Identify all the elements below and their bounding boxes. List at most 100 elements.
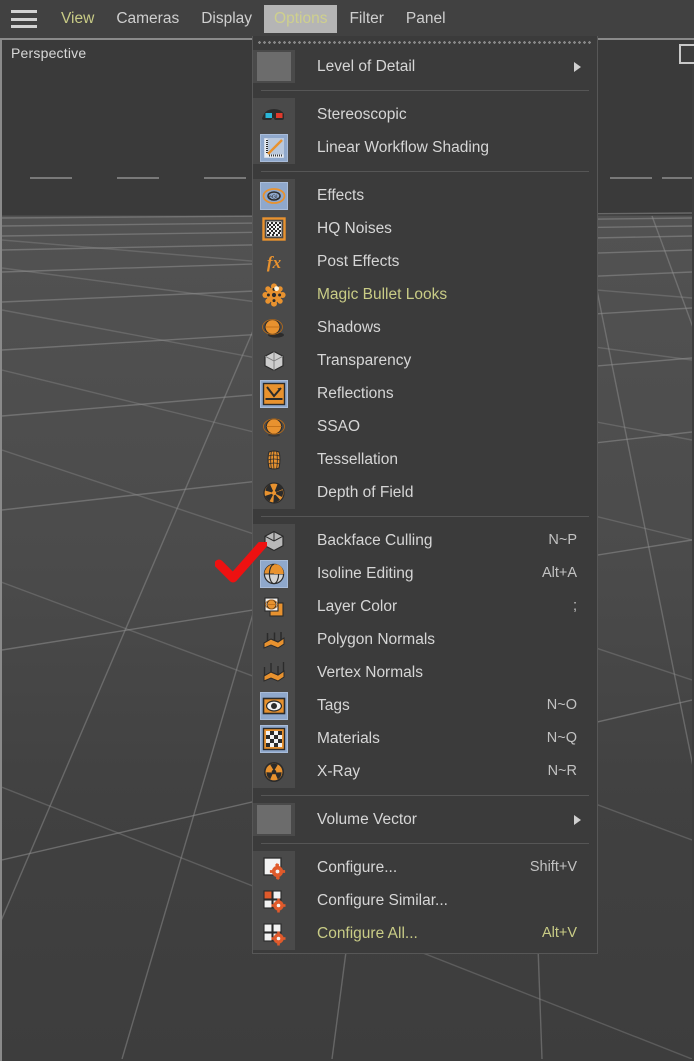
menubar-item-cameras[interactable]: Cameras	[106, 5, 189, 33]
menubar-item-options[interactable]: Options	[264, 5, 338, 33]
menu-item-label: Magic Bullet Looks	[317, 285, 448, 303]
backface-culling-cube-icon[interactable]	[253, 524, 295, 557]
menu-item-reflections[interactable]: Reflections	[253, 377, 597, 410]
menu-item-label: Vertex Normals	[317, 663, 423, 681]
isoline-editing-sphere-icon[interactable]	[253, 557, 295, 590]
menu-item-depth-of-field[interactable]: Depth of Field	[253, 476, 597, 509]
menu-item-vertex-normals[interactable]: Vertex Normals	[253, 656, 597, 689]
menu-item-backface-culling[interactable]: Backface Culling N~P	[253, 524, 597, 557]
configure-all-gear-icon[interactable]	[253, 917, 295, 950]
menu-item-label: Linear Workflow Shading	[317, 138, 490, 156]
transparency-cube-icon[interactable]	[253, 344, 295, 377]
menu-item-configure[interactable]: Configure... Shift+V	[253, 851, 597, 884]
menu-item-shortcut: N~P	[548, 532, 577, 549]
menu-item-shadows[interactable]: Shadows	[253, 311, 597, 344]
configure-gear-icon[interactable]	[253, 851, 295, 884]
menu-item-label: Configure Similar...	[317, 891, 448, 909]
menu-item-magic-bullet-looks[interactable]: Magic Bullet Looks	[253, 278, 597, 311]
menu-item-ssao[interactable]: SSAO	[253, 410, 597, 443]
menu-item-label: Configure All...	[317, 924, 418, 942]
blank-swatch-icon[interactable]	[253, 50, 295, 83]
xray-radiation-icon[interactable]	[253, 755, 295, 788]
menu-separator	[253, 83, 597, 98]
menu-item-polygon-normals[interactable]: Polygon Normals	[253, 623, 597, 656]
viewport-layout-icon[interactable]	[679, 44, 694, 64]
menu-item-transparency[interactable]: Transparency	[253, 344, 597, 377]
reflections-arrow-icon[interactable]	[253, 377, 295, 410]
hq-noises-icon[interactable]	[253, 212, 295, 245]
menu-item-level-of-detail[interactable]: Level of Detail	[253, 50, 597, 83]
menu-item-label: Post Effects	[317, 252, 400, 270]
menu-item-label: Reflections	[317, 384, 394, 402]
tearoff-dots-icon[interactable]	[257, 39, 593, 48]
menubar-item-panel[interactable]: Panel	[396, 5, 456, 33]
horizon-dash	[117, 177, 159, 179]
menu-item-configure-all[interactable]: Configure All... Alt+V	[253, 917, 597, 950]
horizon-dash	[662, 177, 692, 179]
menu-item-label: Layer Color	[317, 597, 398, 615]
menu-item-layer-color[interactable]: Layer Color;	[253, 590, 597, 623]
depth-of-field-aperture-icon[interactable]	[253, 476, 295, 509]
magic-bullet-looks-icon[interactable]	[253, 278, 295, 311]
tags-eye-icon[interactable]	[253, 689, 295, 722]
menu-item-label: Tags	[317, 696, 350, 714]
submenu-arrow-icon[interactable]	[574, 814, 581, 825]
application-window: View Cameras Display Options Filter Panel	[0, 0, 694, 1061]
menu-item-tessellation[interactable]: Tessellation	[253, 443, 597, 476]
menu-item-x-ray[interactable]: X-Ray N~R	[253, 755, 597, 788]
menu-item-configure-similar[interactable]: Configure Similar...	[253, 884, 597, 917]
menu-bar: View Cameras Display Options Filter Panel	[0, 0, 694, 38]
menu-item-label: SSAO	[317, 417, 361, 435]
hamburger-icon[interactable]	[11, 10, 37, 28]
menu-item-label: Isoline Editing	[317, 564, 414, 582]
menu-item-tags[interactable]: Tags N~O	[253, 689, 597, 722]
menu-separator	[253, 164, 597, 179]
stereoscopic-glasses-icon[interactable]	[253, 98, 295, 131]
materials-checker-icon[interactable]	[253, 722, 295, 755]
layer-color-icon[interactable]	[253, 590, 295, 623]
shadows-sphere-icon[interactable]	[253, 311, 295, 344]
blank-swatch-icon[interactable]	[253, 803, 295, 836]
svg-text:fx: fx	[267, 253, 282, 272]
menu-separator	[253, 788, 597, 803]
menubar-item-view[interactable]: View	[51, 5, 104, 33]
vertex-normals-icon[interactable]	[253, 656, 295, 689]
menu-item-linear-workflow-shading[interactable]: Linear Workflow Shading	[253, 131, 597, 164]
horizon-dash	[30, 177, 72, 179]
menu-item-shortcut: Alt+A	[541, 565, 577, 582]
opengl-effects-icon[interactable]: eGL	[253, 179, 295, 212]
menu-item-label: Configure...	[317, 858, 398, 876]
linear-workflow-graph-icon[interactable]	[253, 131, 295, 164]
ssao-sphere-icon[interactable]	[253, 410, 295, 443]
menu-item-label: Level of Detail	[317, 57, 416, 75]
options-dropdown-menu[interactable]: Level of Detail Stereoscopic Linear Workfl…	[252, 36, 598, 954]
menu-item-label: Stereoscopic	[317, 105, 407, 123]
configure-similar-gear-icon[interactable]	[253, 884, 295, 917]
menu-item-effects[interactable]: eGL Effects	[253, 179, 597, 212]
menu-item-materials[interactable]: Materials N~Q	[253, 722, 597, 755]
menu-item-shortcut: ;	[572, 598, 577, 615]
menu-item-shortcut: N~R	[547, 763, 577, 780]
menu-separator	[253, 836, 597, 851]
tessellation-mesh-icon[interactable]	[253, 443, 295, 476]
menu-item-label: Backface Culling	[317, 531, 433, 549]
menu-item-label: Volume Vector	[317, 810, 417, 828]
submenu-arrow-icon[interactable]	[574, 61, 581, 72]
fx-post-effects-icon[interactable]: fx	[253, 245, 295, 278]
menubar-item-display[interactable]: Display	[191, 5, 262, 33]
menu-item-shortcut: N~Q	[546, 730, 577, 747]
menubar-item-filter[interactable]: Filter	[339, 5, 393, 33]
menu-item-post-effects[interactable]: fx Post Effects	[253, 245, 597, 278]
menu-item-label: Transparency	[317, 351, 412, 369]
viewport-left-border	[0, 38, 2, 1061]
menu-item-hq-noises[interactable]: HQ Noises	[253, 212, 597, 245]
menu-item-label: X-Ray	[317, 762, 361, 780]
horizon-dash	[204, 177, 246, 179]
menu-item-volume-vector[interactable]: Volume Vector	[253, 803, 597, 836]
menu-item-label: Polygon Normals	[317, 630, 436, 648]
menu-item-label: Depth of Field	[317, 483, 414, 501]
menu-item-stereoscopic[interactable]: Stereoscopic	[253, 98, 597, 131]
menu-item-isoline-editing[interactable]: Isoline Editing Alt+A	[253, 557, 597, 590]
menu-item-shortcut: Shift+V	[529, 859, 577, 876]
polygon-normals-icon[interactable]	[253, 623, 295, 656]
